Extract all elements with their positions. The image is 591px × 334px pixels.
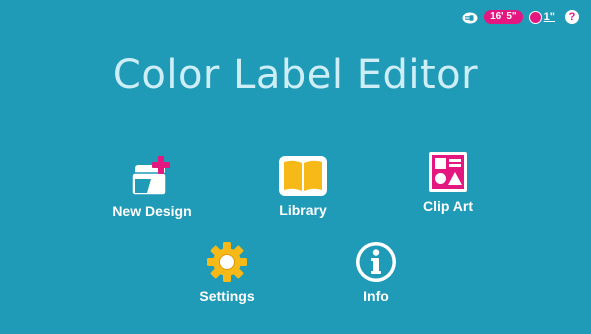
new-design-label: New Design [112, 203, 192, 219]
info-button[interactable]: Info [326, 240, 426, 304]
tape-width-label: 1" [543, 11, 555, 23]
library-label: Library [279, 202, 327, 218]
info-icon [354, 240, 398, 284]
gear-icon [205, 240, 249, 284]
app-title: Color Label Editor [112, 52, 479, 98]
settings-label: Settings [199, 288, 255, 304]
home-screen: 16' 5" 1" ? Color Label Editor New Desig… [0, 0, 591, 334]
clip-art-button[interactable]: Clip Art [398, 150, 498, 214]
clip-art-icon [428, 150, 468, 194]
help-icon[interactable]: ? [565, 10, 579, 24]
library-button[interactable]: Library [253, 154, 353, 218]
book-icon [278, 154, 328, 198]
settings-button[interactable]: Settings [177, 240, 277, 304]
tape-color-dot [528, 10, 542, 24]
tape-length-badge[interactable]: 16' 5" [484, 10, 523, 24]
power-plug-icon [462, 11, 478, 24]
tape-width-indicator[interactable]: 1" [528, 10, 555, 24]
info-label: Info [363, 288, 389, 304]
new-design-icon [129, 155, 175, 199]
new-design-button[interactable]: New Design [102, 155, 202, 219]
clip-art-label: Clip Art [422, 198, 474, 214]
status-bar: 16' 5" 1" ? [462, 8, 579, 26]
